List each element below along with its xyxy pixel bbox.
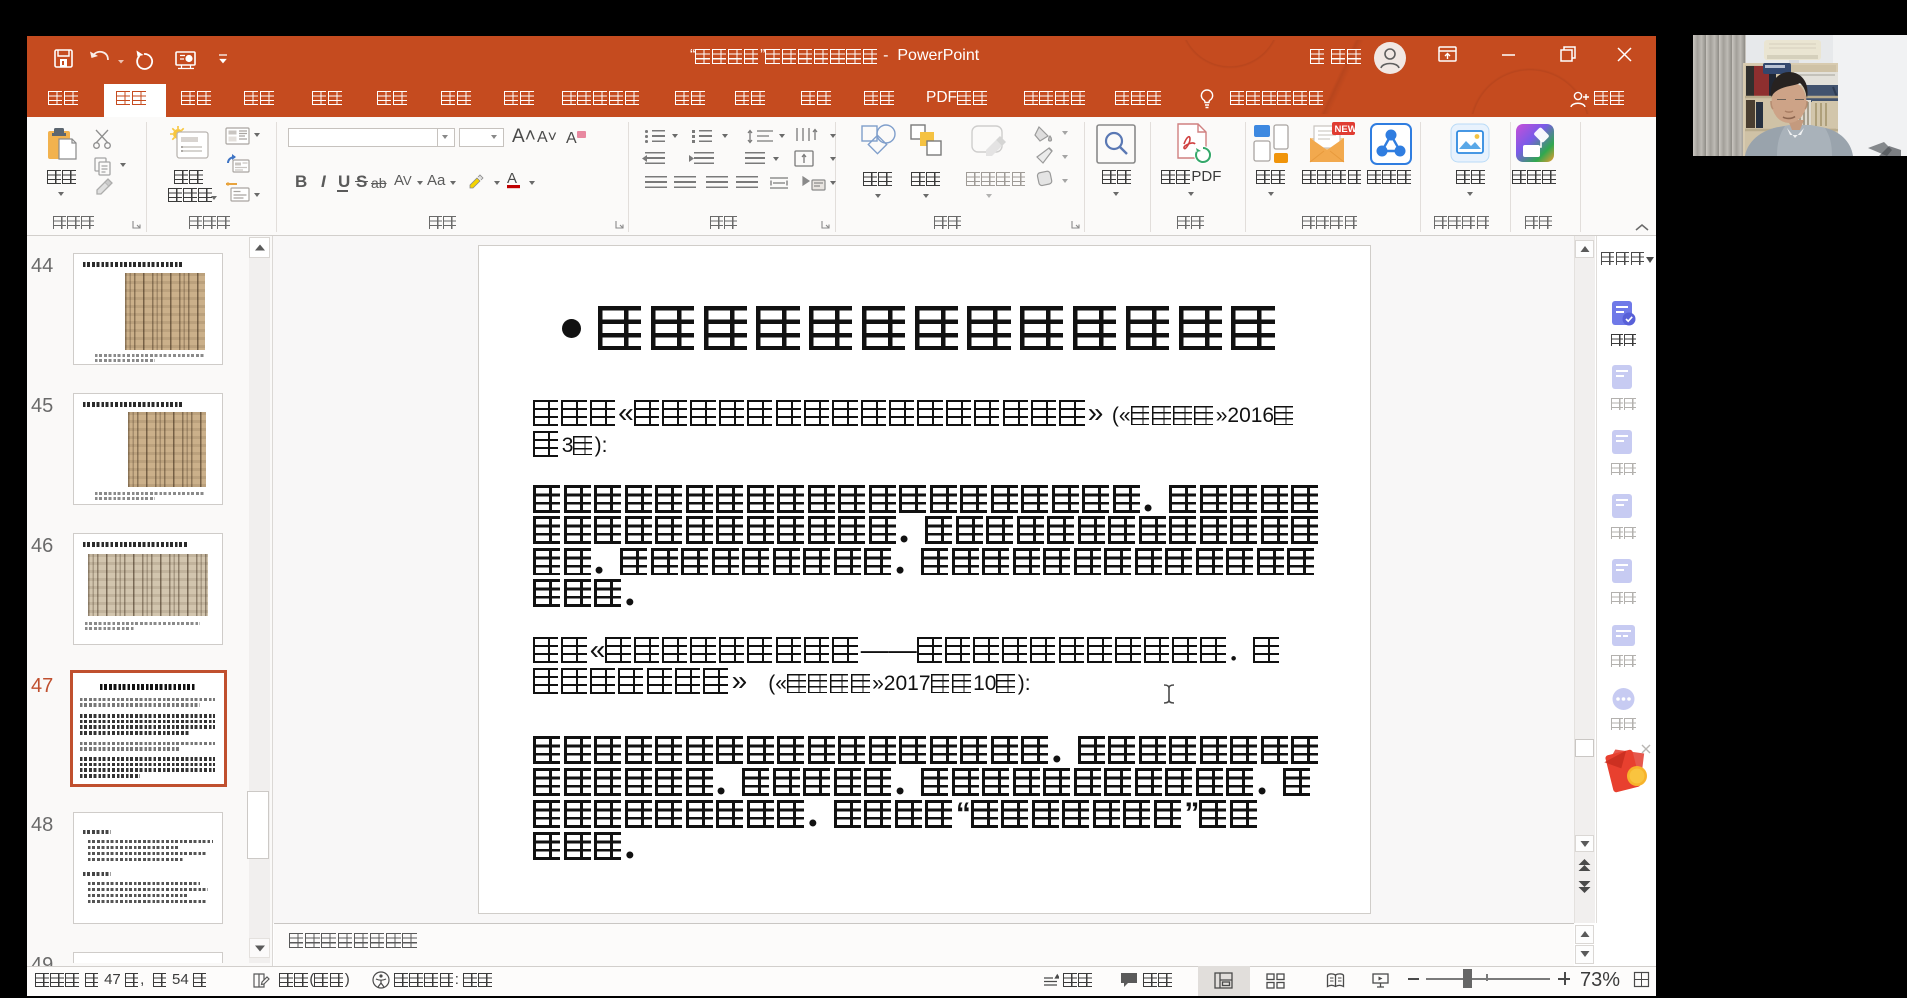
svg-text:A: A bbox=[566, 130, 577, 147]
svg-text:NEW: NEW bbox=[1335, 124, 1357, 135]
svg-text:A: A bbox=[507, 170, 517, 187]
